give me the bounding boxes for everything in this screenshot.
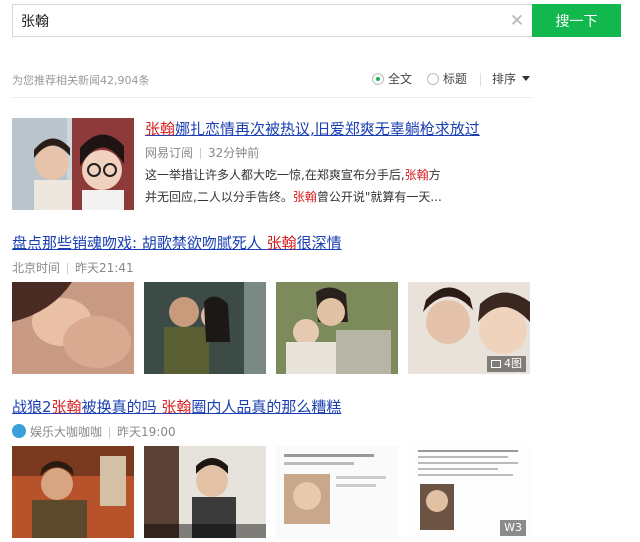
title-text: 战狼2 (12, 398, 52, 416)
radio-selected-icon (372, 72, 384, 85)
article-source: 娱乐大咖咖咖 (30, 425, 103, 439)
title-highlight: 张翰 (51, 398, 82, 416)
filter-full-text-radio[interactable]: 全文 (372, 70, 412, 87)
search-button[interactable]: 搜一下 (532, 4, 621, 37)
snippet-text: 这一举措让许多人都大吃一惊,在郑爽宣布分手后, (145, 168, 405, 182)
divider (12, 97, 532, 98)
search-bar: ✕ 搜一下 (12, 4, 621, 37)
title-highlight: 张翰 (161, 398, 192, 416)
clear-icon[interactable]: ✕ (508, 11, 526, 31)
sort-label: 排序 (492, 72, 517, 86)
filter-title-radio[interactable]: 标题 (427, 70, 467, 87)
snippet-highlight: 张翰 (404, 168, 429, 182)
article-image[interactable] (12, 446, 134, 538)
article-title-link[interactable]: 张翰娜扎恋情再次被热议,旧爱郑爽无辜躺枪求放过 (145, 118, 480, 139)
article-snippet: 这一举措让许多人都大吃一惊,在郑爽宣布分手后,张翰方并无回应,二人以分手告终。张… (145, 164, 445, 208)
divider (109, 427, 111, 438)
filter-full-text-label: 全文 (388, 72, 413, 86)
article-image[interactable]: 4图 (408, 282, 530, 374)
article-time: 32分钟前 (208, 146, 260, 160)
article-image[interactable] (12, 282, 134, 374)
snippet-text: 曾公开说"就算有一天... (316, 190, 442, 204)
image-count-label: 4图 (504, 357, 522, 370)
divider (200, 148, 202, 159)
source-avatar-icon (12, 424, 26, 438)
caret-down-icon (522, 76, 531, 81)
article-image[interactable] (276, 446, 398, 538)
image-icon (491, 360, 501, 368)
article-image[interactable] (276, 282, 398, 374)
image-count-badge: W3 (500, 520, 526, 536)
snippet-highlight: 张翰 (292, 190, 317, 204)
article-meta: 北京时间 昨天21:41 (12, 259, 134, 276)
article-meta: 网易订阅 32分钟前 (145, 144, 259, 161)
title-highlight: 张翰 (266, 234, 297, 252)
radio-unselected-icon (427, 72, 439, 85)
title-text: 被换真的吗 (81, 398, 162, 416)
result-count: 为您推荐相关新闻42,904条 (12, 74, 150, 87)
article-source: 北京时间 (12, 261, 61, 275)
article-title-link[interactable]: 战狼2张翰被换真的吗 张翰圈内人品真的那么糟糕 (12, 396, 341, 417)
title-text: 盘点那些销魂吻戏: 胡歌禁欲吻腻死人 (12, 234, 267, 252)
article-image[interactable] (144, 282, 266, 374)
article-source: 网易订阅 (145, 146, 194, 160)
article-meta: 娱乐大咖咖咖 昨天19:00 (12, 423, 176, 440)
image-count-label: W3 (504, 521, 522, 534)
article-image[interactable] (144, 446, 266, 538)
article-title-link[interactable]: 盘点那些销魂吻戏: 胡歌禁欲吻腻死人 张翰很深情 (12, 232, 342, 253)
sort-dropdown[interactable]: 排序 (492, 70, 531, 87)
image-count-badge: 4图 (487, 356, 526, 372)
article-time: 昨天19:00 (117, 425, 176, 439)
filter-title-label: 标题 (443, 72, 468, 86)
title-text: 圈内人品真的那么糟糕 (191, 398, 342, 416)
title-text: 娜扎恋情再次被热议,旧爱郑爽无辜躺枪求放过 (175, 120, 480, 138)
search-box: ✕ (12, 4, 532, 37)
article-image[interactable]: W3 (408, 446, 530, 538)
divider (67, 263, 69, 274)
title-highlight: 张翰 (145, 120, 176, 138)
article-thumbnail[interactable] (12, 118, 134, 210)
article-time: 昨天21:41 (75, 261, 134, 275)
search-input[interactable] (21, 11, 501, 31)
divider (480, 73, 481, 86)
title-text: 很深情 (296, 234, 342, 252)
